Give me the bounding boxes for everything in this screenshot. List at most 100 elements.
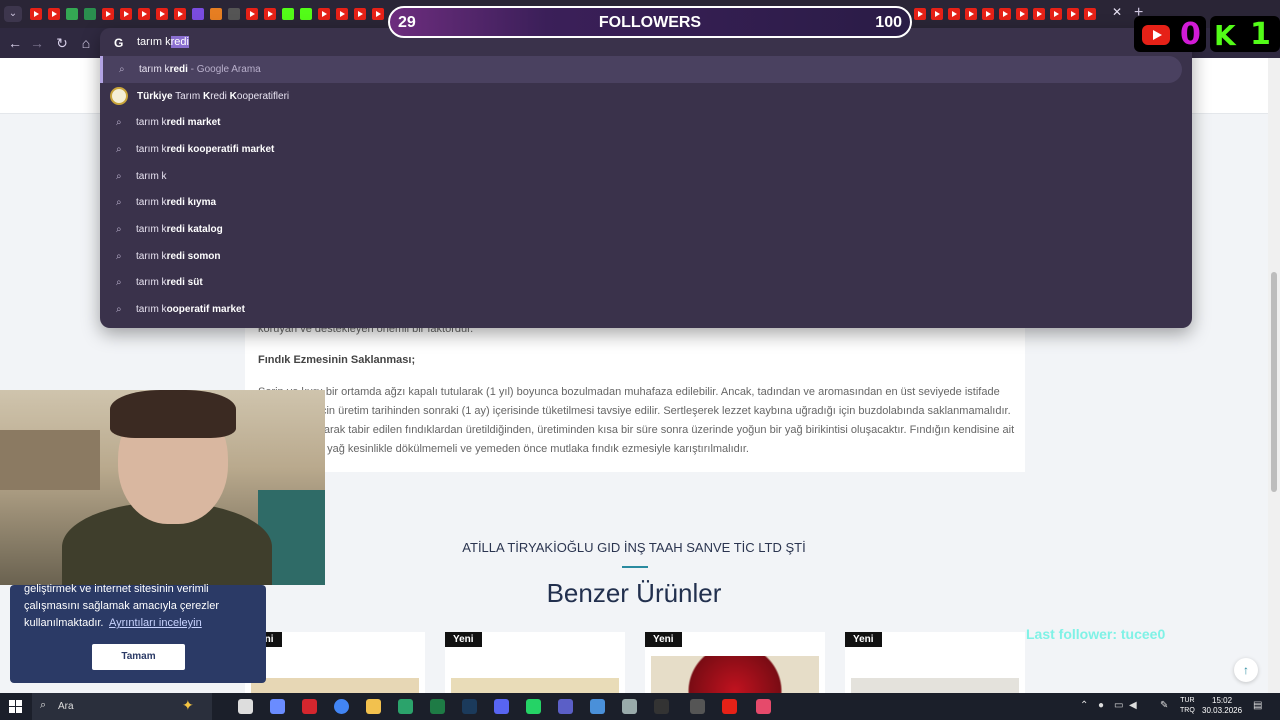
youtube-tab-icon[interactable]	[1033, 8, 1045, 20]
suggestion-completion: redi katalog	[166, 223, 223, 235]
suggestion-source: - Google Arama	[187, 63, 261, 75]
page-scrollbar[interactable]	[1268, 58, 1280, 693]
app-icon[interactable]	[756, 699, 771, 714]
youtube-tab-icon[interactable]	[30, 8, 42, 20]
edge-icon[interactable]	[398, 699, 413, 714]
forward-arrow-icon[interactable]: →	[27, 33, 47, 53]
copilot-icon[interactable]	[270, 699, 285, 714]
youtube-tab-icon[interactable]	[372, 8, 384, 20]
volume-icon[interactable]: ◀	[1129, 700, 1137, 711]
tab-favicon-icon[interactable]	[228, 8, 240, 20]
paint-icon[interactable]	[622, 699, 637, 714]
app-icon[interactable]	[590, 699, 605, 714]
home-icon[interactable]: ⌂	[76, 33, 96, 53]
youtube-tab-icon[interactable]	[982, 8, 994, 20]
suggestion-text: tarım kredi süt	[136, 277, 203, 288]
youtube-tab-icon[interactable]	[156, 8, 168, 20]
suggestion-item[interactable]: ⌕ tarım kredi - Google Arama	[100, 56, 1182, 83]
youtube-tab-icon[interactable]	[246, 8, 258, 20]
cookie-details-link[interactable]: Ayrıntıları inceleyin	[109, 617, 202, 629]
suggestion-completion: redi kıyma	[166, 197, 217, 209]
followers-label: FOLLOWERS	[598, 14, 702, 31]
product-card[interactable]: Yeni	[845, 632, 1025, 708]
suggestion-item[interactable]: ⌕ tarım kredi kıyma	[100, 189, 1192, 216]
youtube-tab-icon[interactable]	[336, 8, 348, 20]
youtube-tab-icon[interactable]	[138, 8, 150, 20]
steam-icon[interactable]	[462, 699, 477, 714]
language-indicator[interactable]: TUR TRQ	[1180, 696, 1195, 716]
microphone-icon[interactable]: ●	[1098, 700, 1104, 711]
suggestion-text: tarım kredi - Google Arama	[139, 64, 261, 75]
suggestion-item[interactable]: ⌕ tarım kooperatif market	[100, 296, 1192, 323]
tab-search-button[interactable]: ⌄	[4, 6, 22, 22]
pen-icon[interactable]: ✎	[1160, 700, 1168, 711]
youtube-tab-icon[interactable]	[1050, 8, 1062, 20]
scrollbar-thumb[interactable]	[1271, 272, 1277, 492]
youtube-tab-icon[interactable]	[120, 8, 132, 20]
opera-icon[interactable]	[302, 699, 317, 714]
product-card[interactable]: Yeni	[445, 632, 625, 708]
youtube-tab-icon[interactable]	[914, 8, 926, 20]
taskbar-search[interactable]: ⌕ Ara ✦	[32, 693, 212, 720]
youtube-tab-icon[interactable]	[48, 8, 60, 20]
windows-taskbar: ⌕ Ara ✦ ⌃ ● ▭ ◀ ✎ TUR TRQ 15:02 30.03.2026…	[0, 693, 1280, 720]
scroll-to-top-button[interactable]: ↑	[1234, 658, 1258, 682]
discord-icon[interactable]	[494, 699, 509, 714]
youtube-tab-icon[interactable]	[174, 8, 186, 20]
search-icon: ⌕	[116, 197, 122, 209]
tab-favicon-icon[interactable]	[192, 8, 204, 20]
youtube-tab-icon[interactable]	[264, 8, 276, 20]
game-bar-icon[interactable]	[722, 699, 737, 714]
youtube-tab-icon[interactable]	[1084, 8, 1096, 20]
system-clock[interactable]: 15:02 30.03.2026	[1202, 696, 1242, 716]
youtube-tab-icon[interactable]	[1016, 8, 1028, 20]
suggestion-item[interactable]: ⌕ tarım kredi katalog	[100, 216, 1192, 243]
suggestion-text: tarım kredi kıyma	[136, 197, 216, 208]
suggestion-text: tarım kredi katalog	[136, 224, 223, 235]
close-tab-icon[interactable]: ✕	[1112, 5, 1122, 19]
youtube-count: 0	[1180, 17, 1201, 52]
youtube-tab-icon[interactable]	[999, 8, 1011, 20]
youtube-tab-icon[interactable]	[318, 8, 330, 20]
cookie-accept-button[interactable]: Tamam	[92, 644, 185, 670]
product-card[interactable]: Yeni	[245, 632, 425, 708]
tab-favicon-icon[interactable]	[66, 8, 78, 20]
notification-icon[interactable]: ▤	[1253, 700, 1262, 711]
reload-icon[interactable]: ↻	[52, 33, 72, 53]
youtube-tab-icon[interactable]	[354, 8, 366, 20]
suggestion-item[interactable]: ⌕ tarım kredi market	[100, 109, 1192, 136]
chrome-icon[interactable]	[334, 699, 349, 714]
tab-favicon-icon[interactable]	[282, 8, 294, 20]
suggestion-item[interactable]: Türkiye Tarım Kredi Kooperatifleri	[100, 83, 1192, 110]
tab-favicon-icon[interactable]	[210, 8, 222, 20]
tab-favicon-icon[interactable]	[84, 8, 96, 20]
suggestion-item[interactable]: ⌕ tarım kredi süt	[100, 270, 1192, 297]
epic-games-icon[interactable]	[654, 699, 669, 714]
suggestion-prefix: tarım k	[136, 143, 167, 155]
suggestion-item[interactable]: ⌕ tarım k	[100, 163, 1192, 190]
youtube-tab-icon[interactable]	[948, 8, 960, 20]
youtube-tab-icon[interactable]	[931, 8, 943, 20]
excel-icon[interactable]	[430, 699, 445, 714]
network-icon[interactable]: ▭	[1114, 700, 1123, 711]
suggestion-item[interactable]: ⌕ tarım kredi kooperatifi market	[100, 136, 1192, 163]
cookie-line: geliştirmek ve internet sitesinin veriml…	[24, 583, 209, 595]
tab-favicon-icon[interactable]	[300, 8, 312, 20]
task-view-icon[interactable]	[238, 699, 253, 714]
youtube-tab-icon[interactable]	[965, 8, 977, 20]
teams-icon[interactable]	[558, 699, 573, 714]
search-icon: ⌕	[116, 117, 122, 129]
clock-time: 15:02	[1212, 696, 1233, 705]
chevron-up-icon[interactable]: ⌃	[1080, 700, 1088, 711]
whatsapp-icon[interactable]	[526, 699, 541, 714]
suggestion-item[interactable]: ⌕ tarım kredi somon	[100, 243, 1192, 270]
back-arrow-icon[interactable]: ←	[5, 33, 25, 53]
youtube-tab-icon[interactable]	[1067, 8, 1079, 20]
obs-icon[interactable]	[690, 699, 705, 714]
address-input[interactable]: tarım kredi	[137, 36, 189, 48]
windows-start-icon[interactable]	[9, 700, 23, 714]
youtube-tab-icon[interactable]	[102, 8, 114, 20]
product-card[interactable]: Yeni	[645, 632, 825, 702]
file-explorer-icon[interactable]	[366, 699, 381, 714]
suggestion-prefix: tarım k	[136, 197, 167, 209]
